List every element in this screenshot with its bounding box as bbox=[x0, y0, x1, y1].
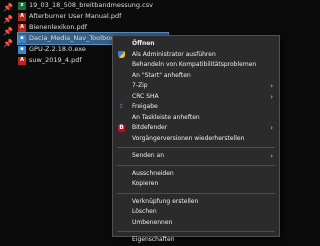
menu-item-label: Als Administrator ausführen bbox=[132, 50, 216, 58]
menu-item-copy[interactable]: Kopieren bbox=[113, 179, 279, 190]
menu-item-run-as-admin[interactable]: Als Administrator ausführen bbox=[113, 50, 279, 61]
menu-item-label: Ausschneiden bbox=[132, 169, 174, 177]
shield-icon bbox=[118, 51, 125, 58]
menu-item-cut[interactable]: Ausschneiden bbox=[113, 169, 279, 180]
context-menu: Öffnen Als Administrator ausführen Behan… bbox=[112, 35, 280, 243]
pin-icon[interactable]: 📌 bbox=[3, 14, 15, 26]
menu-item-open[interactable]: Öffnen bbox=[113, 39, 279, 50]
menu-item-properties[interactable]: Eigenschaften bbox=[113, 235, 279, 246]
pin-icon[interactable]: 📌 bbox=[3, 2, 15, 14]
file-row[interactable]: A Bienenlexikon.pdf bbox=[18, 22, 168, 33]
file-name: 19_03_18_508_breitbandmessung.csv bbox=[29, 1, 153, 9]
menu-item-label: Verknüpfung erstellen bbox=[132, 197, 199, 205]
menu-item-label: Bitdefender bbox=[132, 124, 168, 131]
menu-item-share[interactable]: ⇪ Freigabe bbox=[113, 102, 279, 113]
menu-item-label: 7-Zip bbox=[132, 82, 148, 89]
menu-item-pin-taskbar[interactable]: An Taskleiste anheften bbox=[113, 113, 279, 124]
file-name: suw_2019_4.pdf bbox=[29, 56, 82, 64]
share-icon: ⇪ bbox=[118, 102, 125, 110]
menu-separator bbox=[117, 231, 275, 232]
chevron-right-icon: › bbox=[270, 92, 273, 101]
menu-item-label: An "Start" anheften bbox=[132, 71, 191, 79]
menu-item-label: Freigabe bbox=[132, 103, 158, 110]
bitdefender-icon: B bbox=[118, 123, 125, 132]
menu-item-label: Öffnen bbox=[132, 40, 155, 47]
exe-file-icon: ▪ bbox=[18, 45, 26, 54]
pdf-file-icon: A bbox=[18, 12, 26, 21]
menu-item-label: Behandeln von Kompatibilitätsproblemen bbox=[132, 61, 257, 68]
menu-separator bbox=[117, 147, 275, 148]
menu-item-label: CRC SHA bbox=[132, 92, 159, 100]
menu-item-create-shortcut[interactable]: Verknüpfung erstellen bbox=[113, 197, 279, 208]
menu-item-label: Vorgängerversionen wiederherstellen bbox=[132, 134, 245, 142]
menu-item-label: Umbenennen bbox=[132, 218, 173, 226]
pdf-file-icon: A bbox=[18, 56, 26, 65]
pin-icon[interactable]: 📌 bbox=[3, 38, 15, 50]
chevron-right-icon: › bbox=[270, 124, 273, 132]
file-row[interactable]: x 19_03_18_508_breitbandmessung.csv bbox=[18, 0, 168, 11]
menu-item-crc-sha[interactable]: CRC SHA › bbox=[113, 92, 279, 103]
menu-item-delete[interactable]: Löschen bbox=[113, 207, 279, 218]
menu-item-bitdefender[interactable]: B Bitdefender › bbox=[113, 123, 279, 134]
file-name: Bienenlexikon.pdf bbox=[29, 23, 88, 31]
menu-item-restore-versions[interactable]: Vorgängerversionen wiederherstellen bbox=[113, 134, 279, 145]
menu-separator bbox=[117, 164, 275, 166]
pin-icon[interactable]: 📌 bbox=[3, 26, 15, 38]
menu-item-troubleshoot[interactable]: Behandeln von Kompatibilitätsproblemen bbox=[113, 60, 279, 71]
pdf-file-icon: A bbox=[18, 23, 26, 32]
menu-separator bbox=[117, 192, 275, 194]
file-name: GPU-Z.2.18.0.exe bbox=[29, 45, 86, 53]
chevron-right-icon: › bbox=[270, 82, 273, 90]
quick-access-pins: 📌 📌 📌 📌 bbox=[3, 2, 15, 50]
file-name: Afterburner User Manual.pdf bbox=[29, 12, 122, 20]
menu-item-label: Senden an bbox=[132, 152, 164, 159]
menu-item-label: An Taskleiste anheften bbox=[132, 113, 200, 121]
csv-file-icon: x bbox=[18, 1, 26, 10]
menu-item-7zip[interactable]: 7-Zip › bbox=[113, 81, 279, 92]
chevron-right-icon: › bbox=[270, 152, 273, 160]
file-row[interactable]: A Afterburner User Manual.pdf bbox=[18, 11, 168, 22]
exe-file-icon: ▪ bbox=[18, 34, 26, 43]
menu-item-rename[interactable]: Umbenennen bbox=[113, 218, 279, 229]
menu-item-pin-start[interactable]: An "Start" anheften bbox=[113, 71, 279, 82]
menu-item-label: Kopieren bbox=[132, 180, 159, 187]
menu-item-send-to[interactable]: Senden an › bbox=[113, 151, 279, 162]
menu-item-label: Löschen bbox=[132, 208, 157, 215]
